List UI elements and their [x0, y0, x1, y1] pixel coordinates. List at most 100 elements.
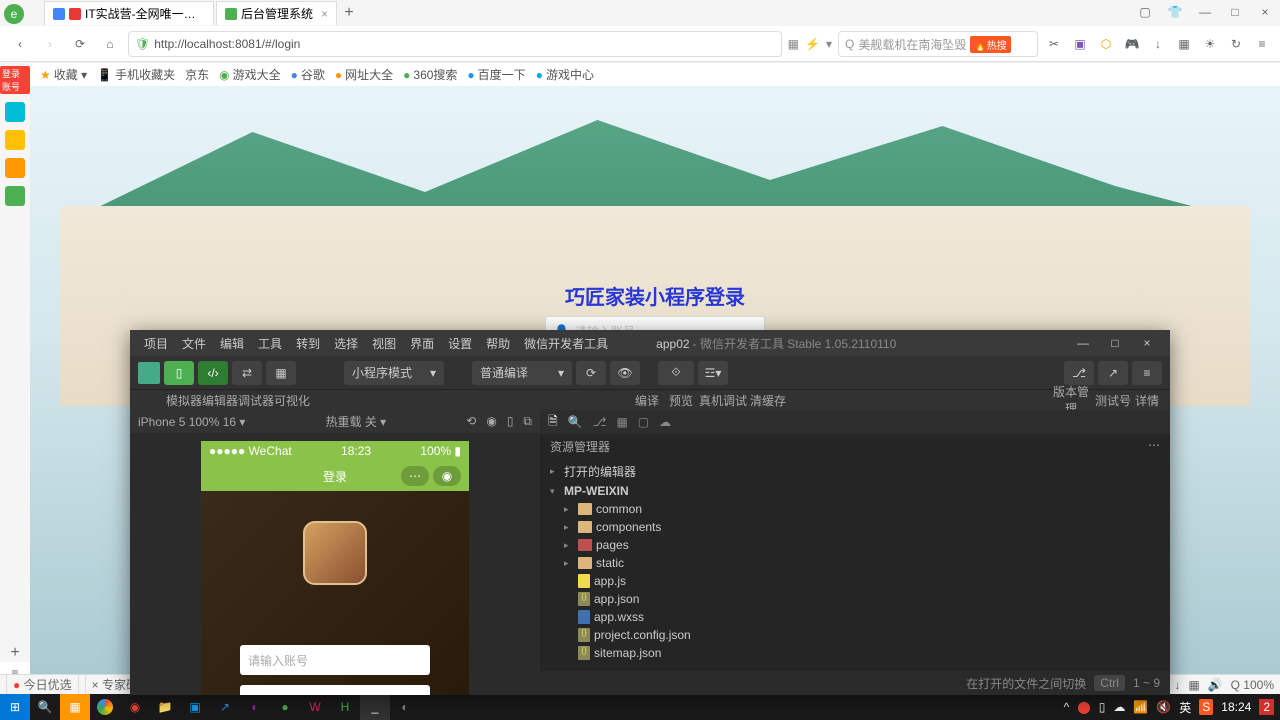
task-app[interactable]: ◐: [240, 694, 270, 720]
debugger-button[interactable]: ⇄: [232, 361, 262, 385]
status-tag[interactable]: ● 今日优选: [6, 674, 79, 695]
tray-sogou-icon[interactable]: S: [1199, 699, 1213, 715]
shield-ext-icon[interactable]: ⬡: [1096, 34, 1116, 54]
task-app[interactable]: ▦: [60, 694, 90, 720]
phone-username-input[interactable]: 请输入账号: [240, 645, 430, 675]
task-app[interactable]: W: [300, 694, 330, 720]
ext2-icon[interactable]: ▢: [638, 415, 649, 429]
qr-icon[interactable]: ▦: [788, 37, 799, 51]
preview-button[interactable]: 👁: [610, 361, 640, 385]
capsule-close-icon[interactable]: ◉: [433, 466, 461, 486]
tree-file[interactable]: {}project.config.json: [540, 626, 1170, 644]
task-terminal[interactable]: _: [360, 694, 390, 720]
tree-file[interactable]: app.js: [540, 572, 1170, 590]
download-icon[interactable]: ↓: [1174, 678, 1180, 692]
bookmark-item[interactable]: 📱手机收藏夹: [97, 66, 175, 83]
tray-wifi-icon[interactable]: 📶: [1133, 700, 1148, 714]
tab-close-icon[interactable]: ×: [321, 7, 328, 21]
bookmark-item[interactable]: ★收藏 ▾: [40, 66, 87, 83]
task-devtools[interactable]: ◐: [390, 694, 420, 720]
sidebar-icon[interactable]: [5, 186, 25, 206]
tree-file[interactable]: app.wxss: [540, 608, 1170, 626]
minimize-button[interactable]: —: [1190, 0, 1220, 24]
popout-icon[interactable]: ⧉: [523, 414, 532, 429]
tree-opened-editors[interactable]: ▸打开的编辑器: [540, 461, 1170, 482]
extension-icon[interactable]: ▣: [1070, 34, 1090, 54]
menu-project[interactable]: 项目: [138, 333, 174, 354]
device-select[interactable]: iPhone 5 100% 16 ▾: [138, 415, 245, 429]
user-avatar[interactable]: [138, 362, 160, 384]
search-button[interactable]: 🔍: [30, 694, 60, 720]
grid-icon[interactable]: ▦: [1188, 678, 1199, 692]
editor-button[interactable]: ‹/›: [198, 361, 228, 385]
game-icon[interactable]: 🎮: [1122, 34, 1142, 54]
skin-button[interactable]: 👕: [1160, 0, 1190, 24]
task-chrome[interactable]: [90, 694, 120, 720]
restore-icon[interactable]: ↻: [1226, 34, 1246, 54]
tree-folder[interactable]: ▸pages: [540, 536, 1170, 554]
tree-folder[interactable]: ▸static: [540, 554, 1170, 572]
reload-button[interactable]: ⟳: [68, 32, 92, 56]
start-button[interactable]: ⊞: [0, 694, 30, 720]
dt-close-button[interactable]: ×: [1132, 336, 1162, 350]
task-app[interactable]: ▣: [180, 694, 210, 720]
tray-volume-icon[interactable]: 🔇: [1156, 700, 1171, 714]
search-box[interactable]: Q 美舰载机在南海坠毁 🔥热搜: [838, 31, 1038, 57]
bookmark-item[interactable]: ●360搜索: [403, 66, 457, 83]
tree-folder[interactable]: ▸common: [540, 500, 1170, 518]
compile-select[interactable]: 普通编译▾: [472, 361, 572, 385]
zoom-label[interactable]: Q 100%: [1231, 678, 1274, 692]
simulator-button[interactable]: ▯: [164, 361, 194, 385]
sidebar-icon[interactable]: [5, 130, 25, 150]
menu-settings[interactable]: 设置: [442, 333, 478, 354]
gear-icon[interactable]: ☀: [1200, 34, 1220, 54]
menu-tools[interactable]: 工具: [252, 333, 288, 354]
tree-file[interactable]: {}sitemap.json: [540, 644, 1170, 662]
menu-help[interactable]: 帮助: [480, 333, 516, 354]
search-icon[interactable]: 🔍: [568, 415, 583, 429]
flash-icon[interactable]: ⚡: [805, 37, 820, 51]
task-app[interactable]: ↗: [210, 694, 240, 720]
capsule-menu-icon[interactable]: ⋯: [401, 466, 429, 486]
task-wechat[interactable]: ●: [270, 694, 300, 720]
sidebar-add-icon[interactable]: +: [10, 644, 19, 662]
hotreload-select[interactable]: 热重载 关 ▾: [326, 413, 387, 430]
address-bar[interactable]: 🛡 http://localhost:8081/#/login: [128, 31, 782, 57]
realdevice-button[interactable]: ⟐: [658, 361, 694, 385]
browser-tab[interactable]: IT实战营-全网唯一集免费查重: [44, 1, 214, 25]
cloud-icon[interactable]: ☁: [659, 415, 671, 429]
menu-goto[interactable]: 转到: [290, 333, 326, 354]
dt-minimize-button[interactable]: —: [1068, 336, 1098, 350]
tray-icon[interactable]: ⬤: [1077, 700, 1090, 714]
compile-button[interactable]: ⟳: [576, 361, 606, 385]
sidebar-icon[interactable]: [5, 158, 25, 178]
menu-icon[interactable]: ≡: [1252, 34, 1272, 54]
clearcache-button[interactable]: ☲▾: [698, 361, 728, 385]
menu-view[interactable]: 视图: [366, 333, 402, 354]
download-icon[interactable]: ↓: [1148, 34, 1168, 54]
login-badge[interactable]: 登录账号: [0, 66, 30, 94]
phone-password-input[interactable]: [240, 685, 430, 695]
phone-icon[interactable]: ▯: [507, 414, 514, 429]
tree-file[interactable]: {}app.json: [540, 590, 1170, 608]
task-app[interactable]: ◉: [120, 694, 150, 720]
bookmark-item[interactable]: ◉游戏大全: [219, 66, 281, 83]
bookmark-item[interactable]: ●网址大全: [335, 66, 393, 83]
task-explorer[interactable]: 📁: [150, 694, 180, 720]
maximize-button[interactable]: □: [1220, 0, 1250, 24]
pip-button[interactable]: ▢: [1130, 0, 1160, 24]
more-icon[interactable]: ⋯: [1148, 438, 1160, 455]
visual-button[interactable]: ▦: [266, 361, 296, 385]
tree-project-root[interactable]: ▾MP-WEIXIN: [540, 482, 1170, 500]
new-tab-button[interactable]: +: [339, 4, 359, 22]
home-button[interactable]: ⌂: [98, 32, 122, 56]
back-button[interactable]: ‹: [8, 32, 32, 56]
speaker-icon[interactable]: 🔊: [1208, 678, 1223, 692]
files-icon[interactable]: 🗎: [548, 412, 558, 433]
upload-button[interactable]: ↗: [1098, 361, 1128, 385]
grid-icon[interactable]: ▦: [1174, 34, 1194, 54]
tray-icon[interactable]: ▯: [1099, 700, 1106, 714]
forward-button[interactable]: ›: [38, 32, 62, 56]
tray-notification-icon[interactable]: 2: [1259, 699, 1274, 715]
tray-chevron-icon[interactable]: ^: [1064, 700, 1070, 714]
